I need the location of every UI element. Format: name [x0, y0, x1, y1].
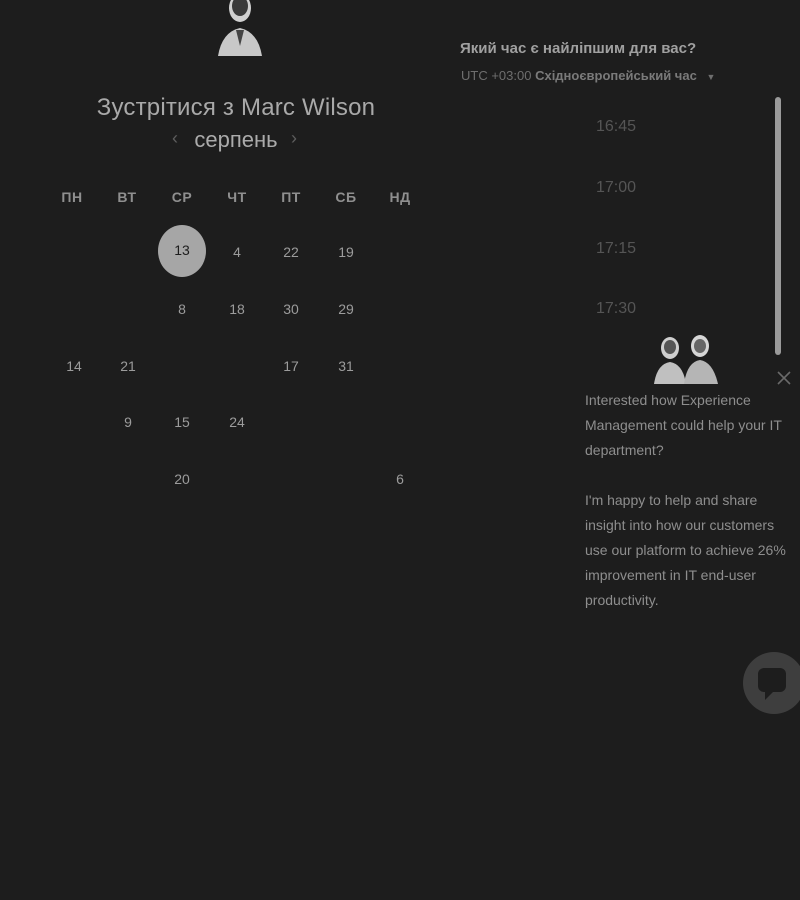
- chevron-right-icon[interactable]: ›: [291, 128, 297, 149]
- calendar-day-empty: [267, 398, 315, 446]
- calendar-day[interactable]: 6: [376, 455, 424, 503]
- caret-down-icon: ▼: [706, 72, 716, 82]
- calendar-day[interactable]: 22: [267, 228, 315, 276]
- calendar-day[interactable]: 15: [158, 398, 206, 446]
- month-label: серпень: [194, 127, 278, 152]
- weekday-label: СБ: [335, 189, 357, 205]
- calendar-day-empty: [267, 455, 315, 503]
- calendar-day[interactable]: 4: [213, 228, 261, 276]
- popup-message: Interested how Experience Management cou…: [585, 388, 795, 638]
- calendar-day[interactable]: 21: [104, 342, 152, 390]
- calendar-day[interactable]: 9: [104, 398, 152, 446]
- team-avatars-icon: [652, 334, 724, 384]
- calendar-day-empty: [376, 342, 424, 390]
- calendar-day-empty: [50, 398, 98, 446]
- chat-launcher-button[interactable]: [743, 652, 800, 714]
- time-slot[interactable]: 17:15: [560, 240, 672, 258]
- popup-paragraph: Interested how Experience Management cou…: [585, 392, 782, 458]
- calendar-day-empty: [322, 455, 370, 503]
- weekday-label: ЧТ: [227, 189, 247, 205]
- calendar-day-empty: [104, 455, 152, 503]
- month-navigation: ‹ серпень ›: [0, 126, 472, 154]
- calendar-day-empty: [322, 398, 370, 446]
- weekday-label: ПН: [61, 189, 83, 205]
- calendar-day-selected[interactable]: 13: [158, 225, 206, 277]
- calendar-day-empty: [104, 285, 152, 333]
- page-title: Зустрітися з Marc Wilson: [96, 94, 376, 122]
- time-slot[interactable]: 16:45: [560, 118, 672, 136]
- time-slot[interactable]: 17:30: [560, 300, 672, 318]
- weekday-label: СР: [171, 189, 193, 205]
- chat-bubble-icon: [758, 668, 786, 700]
- calendar-day[interactable]: 18: [213, 285, 261, 333]
- calendar-day-empty: [213, 342, 261, 390]
- weekday-label: НД: [389, 189, 411, 205]
- calendar-day[interactable]: 29: [322, 285, 370, 333]
- calendar-day-empty: [376, 228, 424, 276]
- calendar-day-empty: [158, 342, 206, 390]
- calendar-day-empty: [50, 455, 98, 503]
- calendar-day-empty: [376, 285, 424, 333]
- calendar-day[interactable]: 8: [158, 285, 206, 333]
- time-slot[interactable]: 17:00: [560, 179, 672, 197]
- timezone-offset: UTC +03:00: [461, 68, 532, 83]
- timezone-selector[interactable]: UTC +03:00 Східноєвропейський час ▼: [461, 68, 715, 83]
- calendar-day-empty: [50, 228, 98, 276]
- close-icon[interactable]: [776, 370, 792, 386]
- calendar-day[interactable]: 31: [322, 342, 370, 390]
- calendar-day-empty: [213, 455, 261, 503]
- weekday-label: ПТ: [281, 189, 301, 205]
- calendar-day-empty: [104, 228, 152, 276]
- calendar-day[interactable]: 24: [213, 398, 261, 446]
- calendar-day[interactable]: 17: [267, 342, 315, 390]
- calendar-day[interactable]: 14: [50, 342, 98, 390]
- weekday-label: ВТ: [117, 189, 137, 205]
- popup-paragraph: I'm happy to help and share insight into…: [585, 492, 786, 608]
- calendar-day-empty: [376, 398, 424, 446]
- slots-scrollbar[interactable]: [775, 97, 781, 355]
- calendar-day[interactable]: 19: [322, 228, 370, 276]
- timezone-name: Східноєвропейський час: [535, 68, 697, 83]
- calendar-day[interactable]: 30: [267, 285, 315, 333]
- calendar-day[interactable]: 20: [158, 455, 206, 503]
- calendar-day-empty: [50, 285, 98, 333]
- timezone-question: Який час є найліпшим для вас?: [460, 40, 697, 57]
- host-avatar: [214, 0, 266, 56]
